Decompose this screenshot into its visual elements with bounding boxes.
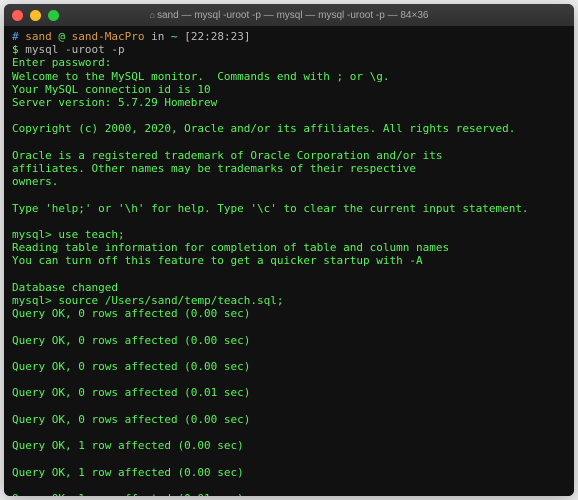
blank-line [12,109,566,122]
output-line: Oracle is a registered trademark of Orac… [12,149,566,162]
blank-line [12,426,566,439]
output-line: Query OK, 1 row affected (0.00 sec) [12,439,566,452]
close-icon[interactable] [12,10,23,21]
prompt-in: in [151,30,164,43]
output-line: Server version: 5.7.29 Homebrew [12,96,566,109]
blank-line [12,136,566,149]
output-line: Query OK, 0 rows affected (0.00 sec) [12,413,566,426]
output-line: Database changed [12,281,566,294]
zoom-icon[interactable] [48,10,59,21]
output-line: Query OK, 0 rows affected (0.00 sec) [12,334,566,347]
shell-cmd: mysql -uroot -p [25,43,124,56]
output-line: Query OK, 1 row affected (0.00 sec) [12,466,566,479]
output-line: Copyright (c) 2000, 2020, Oracle and/or … [12,122,566,135]
prompt-dir: ~ [171,30,178,43]
terminal-window: ⌂sand — mysql -uroot -p — mysql — mysql … [4,4,574,496]
blank-line [12,479,566,492]
prompt-hash: # [12,30,19,43]
window-title-text: sand — mysql -uroot -p — mysql — mysql -… [157,10,428,21]
output-line: Reading table information for completion… [12,241,566,254]
terminal-body[interactable]: # sand @ sand-MacPro in ~ [22:28:23]$ my… [4,26,574,496]
blank-line [12,400,566,413]
mysql-cmd: use teach; [52,228,125,241]
blank-line [12,320,566,333]
prompt-time: [22:28:23] [184,30,250,43]
mysql-line: mysql> source /Users/sand/temp/teach.sql… [12,294,566,307]
blank-line [12,268,566,281]
blank-line [12,215,566,228]
output-line: Type 'help;' or '\h' for help. Type '\c'… [12,202,566,215]
output-line: owners. [12,175,566,188]
output-line: affiliates. Other names may be trademark… [12,162,566,175]
prompt-host: sand-MacPro [72,30,145,43]
titlebar[interactable]: ⌂sand — mysql -uroot -p — mysql — mysql … [4,4,574,26]
window-title: ⌂sand — mysql -uroot -p — mysql — mysql … [150,10,429,21]
minimize-icon[interactable] [30,10,41,21]
output-line: Query OK, 1 row affected (0.01 sec) [12,492,566,496]
prompt-dollar: $ [12,43,19,56]
mysql-prompt: mysql> [12,228,52,241]
blank-line [12,373,566,386]
output-line: Query OK, 0 rows affected (0.00 sec) [12,307,566,320]
prompt-line: # sand @ sand-MacPro in ~ [22:28:23] [12,30,566,43]
blank-line [12,453,566,466]
output-line: Query OK, 0 rows affected (0.00 sec) [12,360,566,373]
cmd-line: $ mysql -uroot -p [12,43,566,56]
prompt-at: @ [58,30,65,43]
output-line: Query OK, 0 rows affected (0.01 sec) [12,386,566,399]
blank-line [12,188,566,201]
home-icon: ⌂ [150,10,155,20]
mysql-cmd: source /Users/sand/temp/teach.sql; [52,294,284,307]
mysql-line: mysql> use teach; [12,228,566,241]
output-line: Welcome to the MySQL monitor. Commands e… [12,70,566,83]
output-line: You can turn off this feature to get a q… [12,254,566,267]
output-line: Enter password: [12,56,566,69]
prompt-user: sand [25,30,52,43]
blank-line [12,347,566,360]
output-line: Your MySQL connection id is 10 [12,83,566,96]
mysql-prompt: mysql> [12,294,52,307]
traffic-lights [12,10,59,21]
